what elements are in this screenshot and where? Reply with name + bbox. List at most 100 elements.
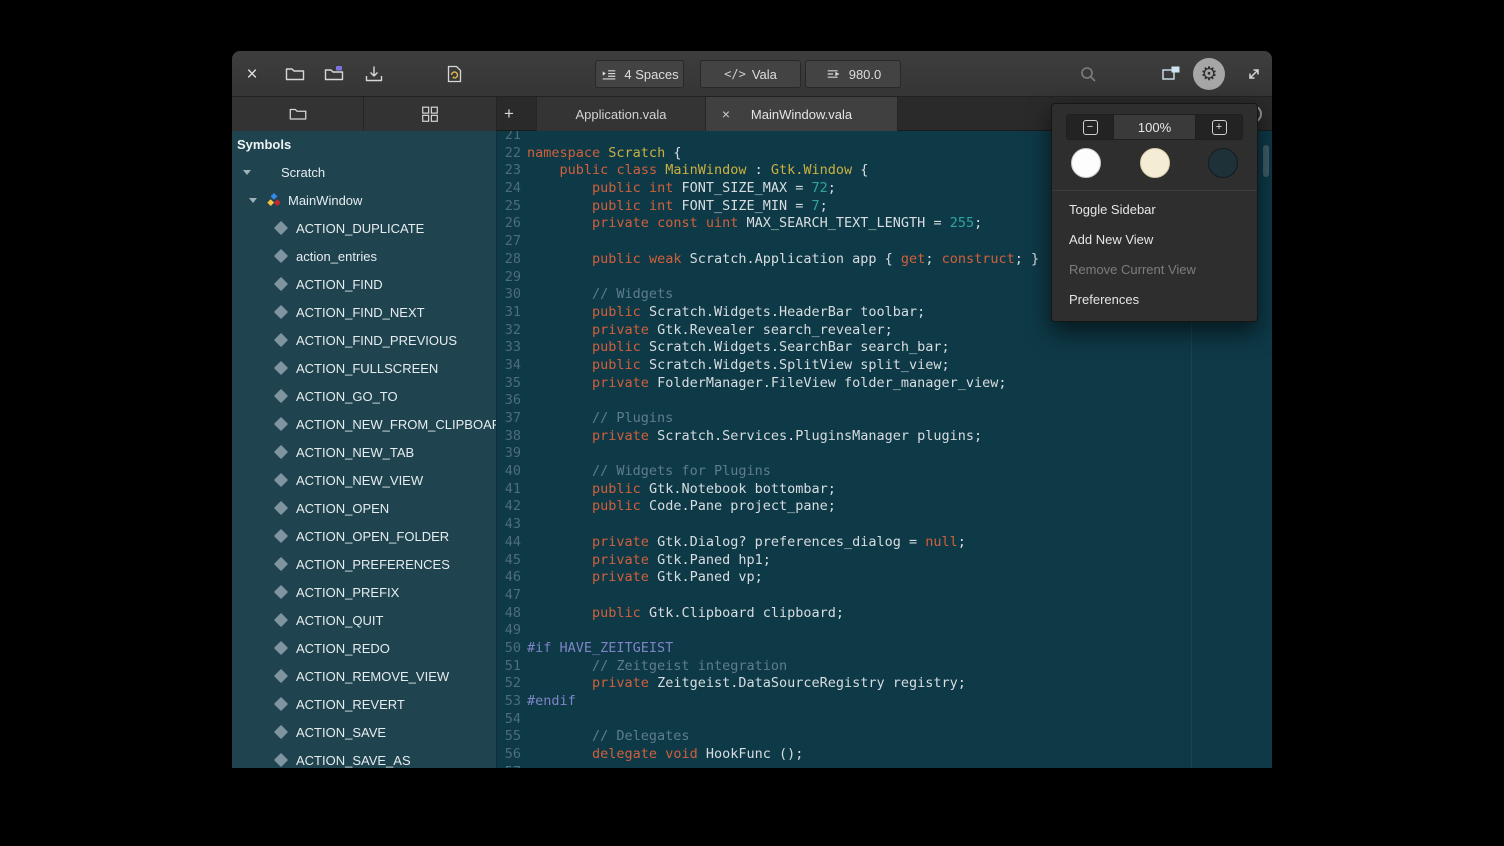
line-number: 31 [497,304,521,322]
menu-item-toggle-sidebar[interactable]: Toggle Sidebar [1052,195,1257,225]
symbol-row-action_new_tab[interactable]: ACTION_NEW_TAB [232,438,496,466]
line-number: 26 [497,215,521,233]
code-line[interactable]: 41 public Gtk.Notebook bottombar; [497,481,1272,499]
symbol-diamond-icon [274,445,288,459]
new-tab-button[interactable]: + [494,97,524,131]
code-line[interactable]: 35 private FolderManager.FileView folder… [497,375,1272,393]
symbol-row-action_redo[interactable]: ACTION_REDO [232,634,496,662]
theme-sepia-button[interactable] [1140,148,1170,178]
code-line[interactable]: 40 // Widgets for Plugins [497,463,1272,481]
symbol-label: ACTION_REDO [296,641,390,656]
symbol-label: ACTION_REMOVE_VIEW [296,669,449,684]
open-file-button[interactable] [282,61,308,87]
indent-width-label: 4 Spaces [624,67,678,82]
code-line[interactable]: 34 public Scratch.Widgets.SplitView spli… [497,357,1272,375]
line-number: 40 [497,463,521,481]
tab-label: Application.vala [575,107,666,122]
code-line[interactable]: 36 [497,392,1272,410]
tab-close-button[interactable]: × [716,104,736,124]
code-line[interactable]: 42 public Code.Pane project_pane; [497,498,1272,516]
sidebar-folders-toggle[interactable] [232,97,364,131]
code-line[interactable]: 48 public Gtk.Clipboard clipboard; [497,605,1272,623]
save-as-button[interactable] [361,61,387,87]
settings-button[interactable]: ⚙ [1193,58,1225,90]
open-project-button[interactable] [321,61,347,87]
line-number: 44 [497,534,521,552]
tab-mainwindow-vala[interactable]: × MainWindow.vala [706,97,898,131]
folder-icon [288,104,308,124]
code-line[interactable]: 43 [497,516,1272,534]
code-line[interactable]: 38 private Scratch.Services.PluginsManag… [497,428,1272,446]
symbol-row-action_entries[interactable]: action_entries [232,242,496,270]
revert-button[interactable] [441,61,467,87]
symbol-row-action_remove_view[interactable]: ACTION_REMOVE_VIEW [232,662,496,690]
line-content: public Scratch.Widgets.SplitView split_v… [527,357,950,375]
menu-item-preferences[interactable]: Preferences [1052,285,1257,315]
code-line[interactable]: 50#if HAVE_ZEITGEIST [497,640,1272,658]
symbol-diamond-icon [274,557,288,571]
symbol-row-action_open[interactable]: ACTION_OPEN [232,494,496,522]
goto-line-button[interactable]: 980.0 [805,60,901,88]
theme-dark-button[interactable] [1208,148,1238,178]
symbol-row-action_go_to[interactable]: ACTION_GO_TO [232,382,496,410]
symbol-row-action_save[interactable]: ACTION_SAVE [232,718,496,746]
code-line[interactable]: 49 [497,622,1272,640]
symbol-label: ACTION_NEW_TAB [296,445,414,460]
search-button[interactable] [1075,61,1101,87]
code-line[interactable]: 47 [497,587,1272,605]
code-line[interactable]: 32 private Gtk.Revealer search_revealer; [497,322,1272,340]
symbol-row-action_fullscreen[interactable]: ACTION_FULLSCREEN [232,354,496,382]
language-button[interactable]: </> Vala [700,60,801,88]
code-line[interactable]: 56 delegate void HookFunc (); [497,746,1272,764]
code-line[interactable]: 54 [497,711,1272,729]
menu-item-add-new-view[interactable]: Add New View [1052,225,1257,255]
editor-scrollbar-thumb[interactable] [1263,145,1269,177]
code-line[interactable]: 51 // Zeitgeist integration [497,658,1272,676]
line-content: #endif [527,693,576,711]
new-window-button[interactable] [1158,61,1184,87]
theme-light-button[interactable] [1071,148,1101,178]
symbol-row-mainwindow[interactable]: MainWindow [232,186,496,214]
indent-width-button[interactable]: 4 Spaces [595,60,684,88]
symbol-label: ACTION_FIND_NEXT [296,305,425,320]
sidebar-outline-toggle[interactable] [364,97,497,131]
tab-application-vala[interactable]: Application.vala [536,97,706,131]
symbol-diamond-icon [274,473,288,487]
code-line[interactable]: 55 // Delegates [497,728,1272,746]
zoom-in-button[interactable]: + [1196,115,1242,139]
line-content: // Delegates [527,728,690,746]
symbol-row-action_open_folder[interactable]: ACTION_OPEN_FOLDER [232,522,496,550]
zoom-level: 100% [1113,115,1196,139]
symbol-row-action_revert[interactable]: ACTION_REVERT [232,690,496,718]
code-line[interactable]: 52 private Zeitgeist.DataSourceRegistry … [497,675,1272,693]
line-content: delegate void HookFunc (); [527,746,803,764]
line-number: 37 [497,410,521,428]
symbols-tree: ScratchMainWindowACTION_DUPLICATEaction_… [232,158,496,768]
code-line[interactable]: 39 [497,445,1272,463]
symbol-row-scratch[interactable]: Scratch [232,158,496,186]
code-line[interactable]: 53#endif [497,693,1272,711]
symbol-row-action_find_previous[interactable]: ACTION_FIND_PREVIOUS [232,326,496,354]
code-line[interactable]: 46 private Gtk.Paned vp; [497,569,1272,587]
symbol-row-action_new_view[interactable]: ACTION_NEW_VIEW [232,466,496,494]
zoom-out-button[interactable]: − [1067,115,1113,139]
code-line[interactable]: 45 private Gtk.Paned hp1; [497,552,1272,570]
line-number: 21 [497,131,521,145]
line-content: public int FONT_SIZE_MAX = 72; [527,180,836,198]
fullscreen-button[interactable] [1241,61,1267,87]
symbol-row-action_preferences[interactable]: ACTION_PREFERENCES [232,550,496,578]
line-number: 52 [497,675,521,693]
window-close-button[interactable]: × [239,61,265,87]
symbol-row-action_quit[interactable]: ACTION_QUIT [232,606,496,634]
code-line[interactable]: 37 // Plugins [497,410,1272,428]
code-line[interactable]: 57 [497,764,1272,768]
symbol-row-action_find_next[interactable]: ACTION_FIND_NEXT [232,298,496,326]
indent-icon [600,66,618,82]
symbol-row-action_new_from_clipboard[interactable]: ACTION_NEW_FROM_CLIPBOARD [232,410,496,438]
code-line[interactable]: 33 public Scratch.Widgets.SearchBar sear… [497,339,1272,357]
code-line[interactable]: 44 private Gtk.Dialog? preferences_dialo… [497,534,1272,552]
symbol-row-action_duplicate[interactable]: ACTION_DUPLICATE [232,214,496,242]
symbol-row-action_save_as[interactable]: ACTION_SAVE_AS [232,746,496,768]
symbol-row-action_find[interactable]: ACTION_FIND [232,270,496,298]
symbol-row-action_prefix[interactable]: ACTION_PREFIX [232,578,496,606]
